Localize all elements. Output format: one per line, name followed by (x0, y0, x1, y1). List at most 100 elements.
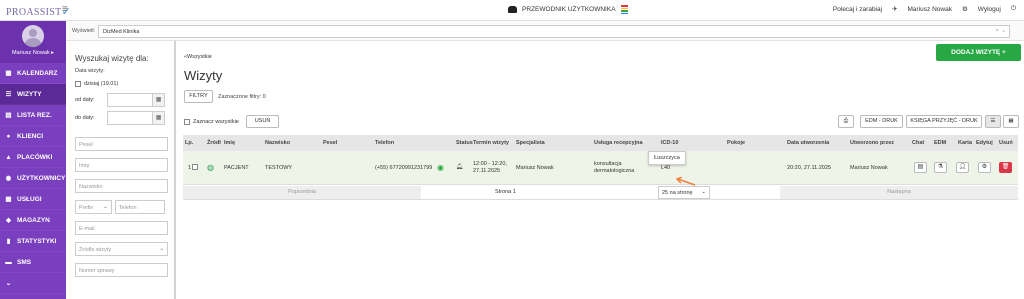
first-name-input[interactable]: Imię (75, 158, 168, 172)
calendar-icon[interactable]: ▦ (153, 111, 165, 125)
sidebar-item-lista-rez-[interactable]: ▤ LISTA REZ. (0, 105, 66, 126)
edm-print-button[interactable]: EDM - DRUK (860, 115, 903, 128)
row-first-name: PACJENT (224, 165, 249, 171)
last-name-input[interactable]: Nazwisko (75, 179, 168, 193)
chevron-down-icon: ⌄ (159, 246, 164, 252)
column-header[interactable]: Telefon (375, 140, 394, 146)
column-header[interactable]: Lp. (185, 140, 193, 146)
list-view-icon[interactable]: ☰ (985, 115, 1001, 128)
column-header[interactable]: Nazwisko (265, 140, 290, 146)
today-label: dzisiaj (19.01) (84, 81, 119, 87)
column-header[interactable]: Pokoje (727, 140, 745, 146)
add-visit-button[interactable]: DODAJ WIZYTĘ + (936, 44, 1021, 61)
edit-gear-icon[interactable]: ⚙ (978, 162, 991, 173)
email-input[interactable]: E-mail (75, 221, 168, 235)
column-header[interactable]: Chat (912, 140, 924, 146)
column-header[interactable]: Karta (958, 140, 972, 146)
row-last-name: TESTOWY (265, 165, 293, 171)
sidebar-item-label: KALENDARZ (17, 69, 58, 77)
user-guide-link[interactable]: PRZEWODNIK UŻYTKOWNIKA (508, 5, 628, 14)
graduation-cap-icon (508, 6, 517, 13)
search-heading: Wyszukaj wizytę dla: (75, 54, 149, 63)
column-header[interactable]: Edytuj (976, 140, 993, 146)
date-from-input[interactable] (107, 93, 154, 107)
sidebar-item-more[interactable]: ⌄ (0, 273, 66, 294)
column-header[interactable]: Utworzono przez (850, 140, 894, 146)
list-icon: ☰ (5, 91, 12, 98)
per-page-select[interactable]: 25 na stronę ⌄ (658, 186, 710, 199)
search-panel: Wyszukaj wizytę dla: Data wizyty: dzisia… (66, 41, 176, 299)
sidebar-profile[interactable]: Mariusz Nowak ▸ (0, 21, 66, 63)
case-number-input[interactable]: Numer sprawy (75, 263, 168, 277)
row-icd[interactable]: L40 (661, 165, 670, 171)
sidebar-item-klienci[interactable]: ● KLIENCI (0, 126, 66, 147)
recommend-link[interactable]: Polecaj i zarabiaj (833, 6, 882, 13)
menu-toggle-icon[interactable]: ≡ (62, 4, 68, 15)
visits-table: Lp. Źródł Imię Nazwisko Pesel Telefon Status Te… (183, 135, 1018, 200)
calendar-view-icon[interactable]: ▦ (1003, 115, 1019, 128)
source-select[interactable]: Źródło wizyty ⌄ (75, 242, 168, 256)
sidebar-item-użytkownicy[interactable]: ◉ UŻYTKOWNICY (0, 168, 66, 189)
whatsapp-icon[interactable]: ◉ (437, 163, 444, 172)
sidebar-item-sms[interactable]: ▬ SMS (0, 252, 66, 273)
sidebar-item-magazyn[interactable]: ◆ MAGAZYN (0, 210, 66, 231)
power-icon[interactable]: ⏻ (1011, 5, 1016, 13)
edm-icon[interactable]: ⚗ (934, 162, 947, 173)
calendar-icon: ▦ (5, 70, 12, 77)
pagination: Poprzednia Strona 1 25 na stronę ⌄ Następ… (183, 185, 1018, 200)
table-icon: ▤ (5, 112, 12, 119)
grid-icon: ▦ (5, 196, 12, 203)
select-all-checkbox[interactable] (184, 119, 190, 125)
row-service: konsultacja dermatologiczna (594, 161, 634, 175)
location-select[interactable]: DizMed Klinika × ⌄ (98, 25, 1010, 38)
next-page-button[interactable]: Następna (780, 186, 1018, 199)
print-icon[interactable]: ⎙ (838, 115, 854, 128)
sidebar-item-label: SMS (17, 258, 32, 266)
column-header[interactable]: Data utworzenia (787, 140, 829, 146)
main-content: «Wszystkie Wizyty DODAJ WIZYTĘ + FILTRY … (178, 41, 1024, 299)
column-header[interactable]: Pesel (323, 140, 337, 146)
prev-page-button[interactable]: Poprzednia (183, 186, 421, 199)
date-to-input[interactable] (107, 111, 154, 125)
column-header[interactable]: EDM (934, 140, 946, 146)
admission-book-print-button[interactable]: KSIĘGA PRZYJĘĆ - DRUK (906, 115, 982, 128)
filters-button[interactable]: FILTRY (184, 90, 213, 103)
prefix-select[interactable]: Prefix ⌄ (75, 200, 112, 214)
column-header[interactable]: Źródł (207, 140, 221, 146)
settings-icon[interactable]: ⚙ (962, 5, 968, 13)
calendar-icon[interactable]: ▦ (153, 93, 165, 107)
patient-card-icon[interactable]: 👤︎ (956, 162, 969, 173)
chevron-down-icon: ⌄ (103, 204, 108, 210)
logout-link[interactable]: Wyloguj (978, 6, 1001, 13)
sidebar-item-usługi[interactable]: ▦ USŁUGI (0, 189, 66, 210)
table-row[interactable]: 1 ◍ PACJENT TESTOWY (+55) 67720991231799… (183, 151, 1018, 185)
column-header[interactable]: Imię (224, 140, 235, 146)
back-link[interactable]: «Wszystkie (184, 54, 212, 60)
date-from-label: od daty: (75, 97, 95, 103)
page-title: Wizyty (184, 68, 223, 83)
column-header[interactable]: Termin wizyty (473, 140, 509, 146)
row-checkbox[interactable] (192, 164, 198, 170)
sidebar-item-kalendarz[interactable]: ▦ KALENDARZ (0, 63, 66, 84)
delete-trash-icon[interactable]: 🗑︎ (999, 162, 1012, 173)
phone-input[interactable]: Telefon (114, 200, 165, 214)
column-header[interactable]: Specjalista (516, 140, 545, 146)
today-checkbox[interactable] (75, 81, 81, 87)
column-header[interactable]: Usuń (999, 140, 1013, 146)
user-menu[interactable]: Mariusz Nowak (908, 6, 952, 13)
column-header[interactable]: Status (456, 140, 473, 146)
sidebar-user-name[interactable]: Mariusz Nowak ▸ (0, 50, 66, 56)
row-specialist: Mariusz Nowak (516, 165, 554, 171)
sidebar-item-placówki[interactable]: ▲ PLACÓWKI (0, 147, 66, 168)
location-select-value: DizMed Klinika (103, 29, 140, 35)
chat-icon[interactable]: ▤ (914, 162, 927, 173)
delete-button[interactable]: USUŃ (246, 115, 279, 128)
column-header[interactable]: Usługa recepcyjna (594, 140, 643, 146)
pesel-input[interactable]: Pesel (75, 137, 168, 151)
visit-date-label: Data wizyty: (75, 68, 105, 74)
sidebar-item-statystyki[interactable]: ▮ STATYSTYKI (0, 231, 66, 252)
chevron-down-icon[interactable]: ⌄ (1001, 28, 1006, 34)
column-header[interactable]: ICD-10 (661, 140, 678, 146)
clear-icon[interactable]: × (996, 28, 999, 34)
sidebar-item-wizyty[interactable]: ☰ WIZYTY (0, 84, 66, 105)
